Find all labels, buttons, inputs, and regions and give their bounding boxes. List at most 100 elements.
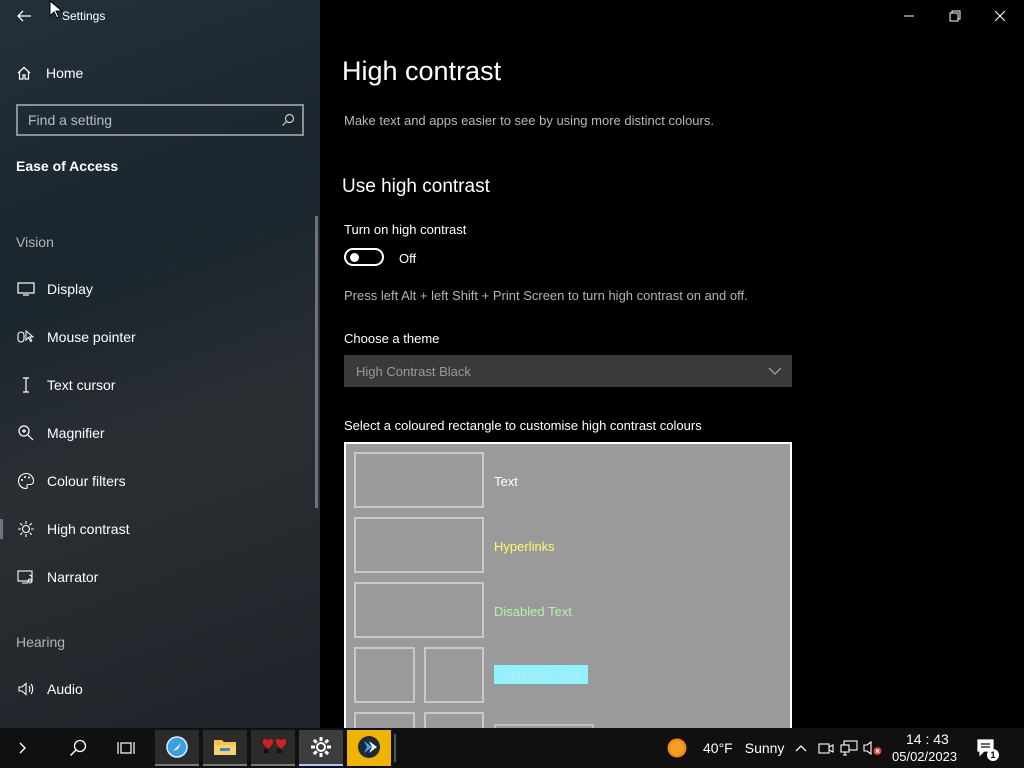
taskbar-app-browser[interactable] [155, 730, 199, 766]
notification-badge: 1 [987, 749, 999, 761]
folder-icon [214, 740, 236, 755]
sidebar-scrollbar[interactable] [315, 216, 318, 508]
page-description: Make text and apps easier to see by usin… [344, 113, 714, 128]
toggle-knob [350, 253, 359, 262]
sidebar-item-magnifier[interactable]: Magnifier [16, 421, 105, 445]
speaker-muted-icon [863, 740, 882, 756]
narrator-icon [16, 567, 36, 587]
text-cursor-icon [16, 375, 36, 395]
chevron-up-icon [795, 745, 807, 752]
cards-icon [262, 739, 286, 754]
sidebar-item-label: Magnifier [47, 425, 105, 441]
theme-selected-value: High Contrast Black [356, 363, 471, 379]
text-colour-swatch[interactable] [354, 452, 484, 508]
toggle-state: Off [399, 251, 417, 266]
sidebar-item-high-contrast[interactable]: High contrast [0, 517, 130, 541]
mouse-pointer-icon [16, 327, 36, 347]
shortcut-hint: Press left Alt + left Shift + Print Scre… [344, 288, 748, 303]
speaker-icon [16, 679, 36, 699]
home-label: Home [46, 65, 84, 81]
selected-text-colour-label: Selected Text [494, 665, 588, 684]
monitor-icon [16, 279, 36, 299]
toggle-label: Turn on high contrast [344, 222, 467, 237]
weather-temperature: 40°F [703, 740, 733, 756]
browser-icon [166, 736, 188, 758]
close-button[interactable] [978, 2, 1022, 30]
disabled-text-colour-swatch[interactable] [354, 582, 484, 638]
network-button[interactable] [838, 728, 860, 768]
colour-customise-panel: Text Hyperlinks Disabled Text Selected T… [344, 442, 792, 768]
selected-text-foreground-swatch[interactable] [354, 647, 415, 703]
weather-widget[interactable]: 40°F Sunny [666, 728, 786, 768]
sidebar-item-narrator[interactable]: Narrator [16, 565, 98, 589]
weather-condition: Sunny [744, 740, 785, 756]
chevron-down-icon [768, 367, 782, 375]
high-contrast-toggle[interactable] [344, 248, 384, 266]
taskbar-app-settings[interactable] [299, 730, 343, 766]
sidebar-item-label: Audio [47, 681, 83, 697]
sun-icon [16, 519, 36, 539]
palette-icon [16, 471, 36, 491]
group-label-hearing: Hearing [16, 634, 66, 650]
task-view-icon [117, 742, 135, 754]
taskbar-app-file-explorer[interactable] [203, 730, 247, 766]
taskbar: 40°F Sunny 14 : 43 05/02/2023 1 [0, 728, 1024, 768]
sidebar-item-display[interactable]: Display [16, 277, 93, 301]
taskbar-divider [394, 734, 396, 762]
app-title: Settings [62, 9, 106, 23]
customise-label: Select a coloured rectangle to customise… [344, 418, 702, 433]
magnifier-icon [16, 423, 36, 443]
sidebar-item-text-cursor[interactable]: Text cursor [16, 373, 115, 397]
camera-icon [818, 743, 834, 754]
taskbar-app-media-player[interactable] [347, 730, 391, 766]
minimize-button[interactable] [887, 2, 931, 30]
sidebar-item-label: Display [47, 281, 93, 297]
sidebar-item-label: Text cursor [47, 377, 116, 393]
sidebar-item-mouse-pointer[interactable]: Mouse pointer [16, 325, 136, 349]
chevron-right-icon [19, 742, 26, 754]
sidebar-item-label: Mouse pointer [47, 329, 136, 345]
back-button[interactable] [10, 2, 38, 30]
text-colour-label: Text [494, 474, 518, 489]
disabled-text-colour-label: Disabled Text [494, 604, 572, 619]
notification-center-button[interactable]: 1 [972, 728, 1002, 768]
home-link[interactable]: Home [16, 62, 83, 84]
main-content: High contrast Make text and apps easier … [320, 0, 1024, 768]
close-icon [994, 10, 1006, 22]
group-label-vision: Vision [16, 234, 54, 250]
search-input[interactable] [18, 111, 274, 129]
volume-button[interactable] [861, 728, 885, 768]
network-icon [840, 740, 858, 756]
sidebar-item-label: Colour filters [47, 473, 126, 489]
page-title: High contrast [342, 56, 502, 86]
show-hidden-icons-button[interactable] [790, 728, 812, 768]
search-box[interactable] [16, 104, 304, 136]
taskbar-app-solitaire[interactable] [251, 730, 295, 766]
clock-time[interactable]: 14 : 43 [906, 731, 949, 747]
media-player-icon [358, 736, 380, 758]
sun-weather-icon [667, 738, 687, 758]
search-icon[interactable] [274, 113, 302, 127]
meet-now-button[interactable] [815, 728, 837, 768]
section-heading: Use high contrast [342, 176, 490, 197]
sidebar-item-label: High contrast [47, 521, 130, 537]
theme-dropdown[interactable]: High Contrast Black [344, 355, 792, 387]
search-taskbar-button[interactable] [56, 728, 100, 768]
hyperlink-colour-label: Hyperlinks [494, 539, 555, 554]
section-title: Ease of Access [16, 158, 119, 174]
show-more-button[interactable] [8, 728, 38, 768]
back-arrow-icon [17, 10, 31, 22]
selected-text-background-swatch[interactable] [424, 647, 484, 703]
clock-date[interactable]: 05/02/2023 [892, 749, 957, 764]
theme-label: Choose a theme [344, 331, 440, 346]
sidebar-item-label: Narrator [47, 569, 99, 585]
restore-button[interactable] [933, 2, 977, 30]
hyperlink-colour-swatch[interactable] [354, 517, 484, 573]
restore-icon [949, 10, 961, 22]
sidebar: Settings Home Ease of Access Vision Disp… [0, 0, 320, 728]
home-icon [17, 66, 31, 80]
gear-icon [311, 737, 331, 757]
sidebar-item-audio[interactable]: Audio [16, 677, 83, 701]
task-view-button[interactable] [104, 728, 148, 768]
sidebar-item-colour-filters[interactable]: Colour filters [16, 469, 126, 493]
